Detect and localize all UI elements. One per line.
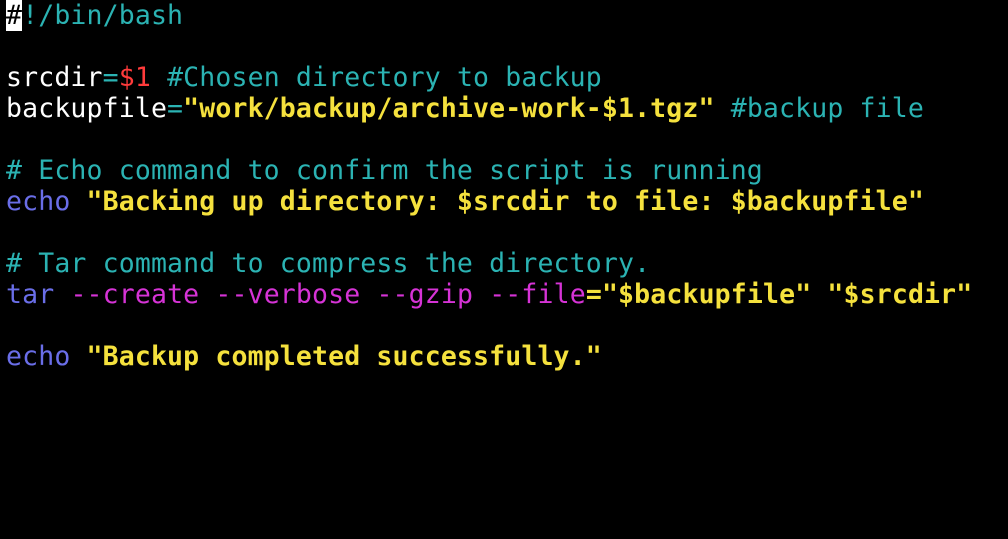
flag-file: --file — [489, 279, 586, 310]
flag-create: --create — [70, 279, 200, 310]
string-literal: "Backup completed successfully." — [86, 341, 602, 372]
code-line-12: echo "Backup completed successfully." — [6, 341, 1006, 372]
inline-comment: #backup file — [730, 93, 924, 124]
code-line-9: # Tar command to compress the directory. — [6, 248, 1006, 279]
echo-command: echo — [6, 341, 71, 372]
assign-operator: = — [102, 62, 119, 93]
code-line-11-blank — [6, 310, 1006, 341]
comment-line: # Echo command to confirm the script is … — [6, 155, 763, 186]
code-line-3: srcdir=$1 #Chosen directory to backup — [6, 62, 1006, 93]
inline-comment: #Chosen directory to backup — [167, 62, 602, 93]
string-literal: "Backing up directory: $srcdir to file: … — [86, 186, 924, 217]
text-cursor: # — [6, 0, 23, 31]
code-line-10: tar --create --verbose --gzip --file="$b… — [6, 279, 1006, 310]
string-literal: "$srcdir" — [827, 279, 973, 310]
flag-gzip: --gzip — [376, 279, 474, 310]
string-literal: "work/backup/archive-work-$1.tgz" — [183, 93, 715, 124]
code-line-4: backupfile="work/backup/archive-work-$1.… — [6, 93, 1006, 124]
code-line-5-blank — [6, 124, 1006, 155]
positional-param: $1 — [118, 62, 151, 93]
code-line-6: # Echo command to confirm the script is … — [6, 155, 1006, 186]
code-line-8-blank — [6, 217, 1006, 248]
assign-operator: = — [167, 93, 184, 124]
shebang-path: !/bin/bash — [22, 0, 184, 31]
code-line-1: #!/bin/bash — [6, 0, 1006, 31]
comment-line: # Tar command to compress the directory. — [6, 248, 651, 279]
assign-operator: = — [585, 279, 602, 310]
code-line-2-blank — [6, 31, 1006, 62]
code-line-7: echo "Backing up directory: $srcdir to f… — [6, 186, 1006, 217]
var-name-srcdir: srcdir — [6, 62, 103, 93]
terminal-editor[interactable]: #!/bin/bash srcdir=$1 #Chosen directory … — [6, 0, 1006, 539]
flag-verbose: --verbose — [215, 279, 361, 310]
string-literal: "$backupfile" — [601, 279, 812, 310]
echo-command: echo — [6, 186, 71, 217]
var-name-backupfile: backupfile — [6, 93, 168, 124]
tar-command: tar — [6, 279, 55, 310]
